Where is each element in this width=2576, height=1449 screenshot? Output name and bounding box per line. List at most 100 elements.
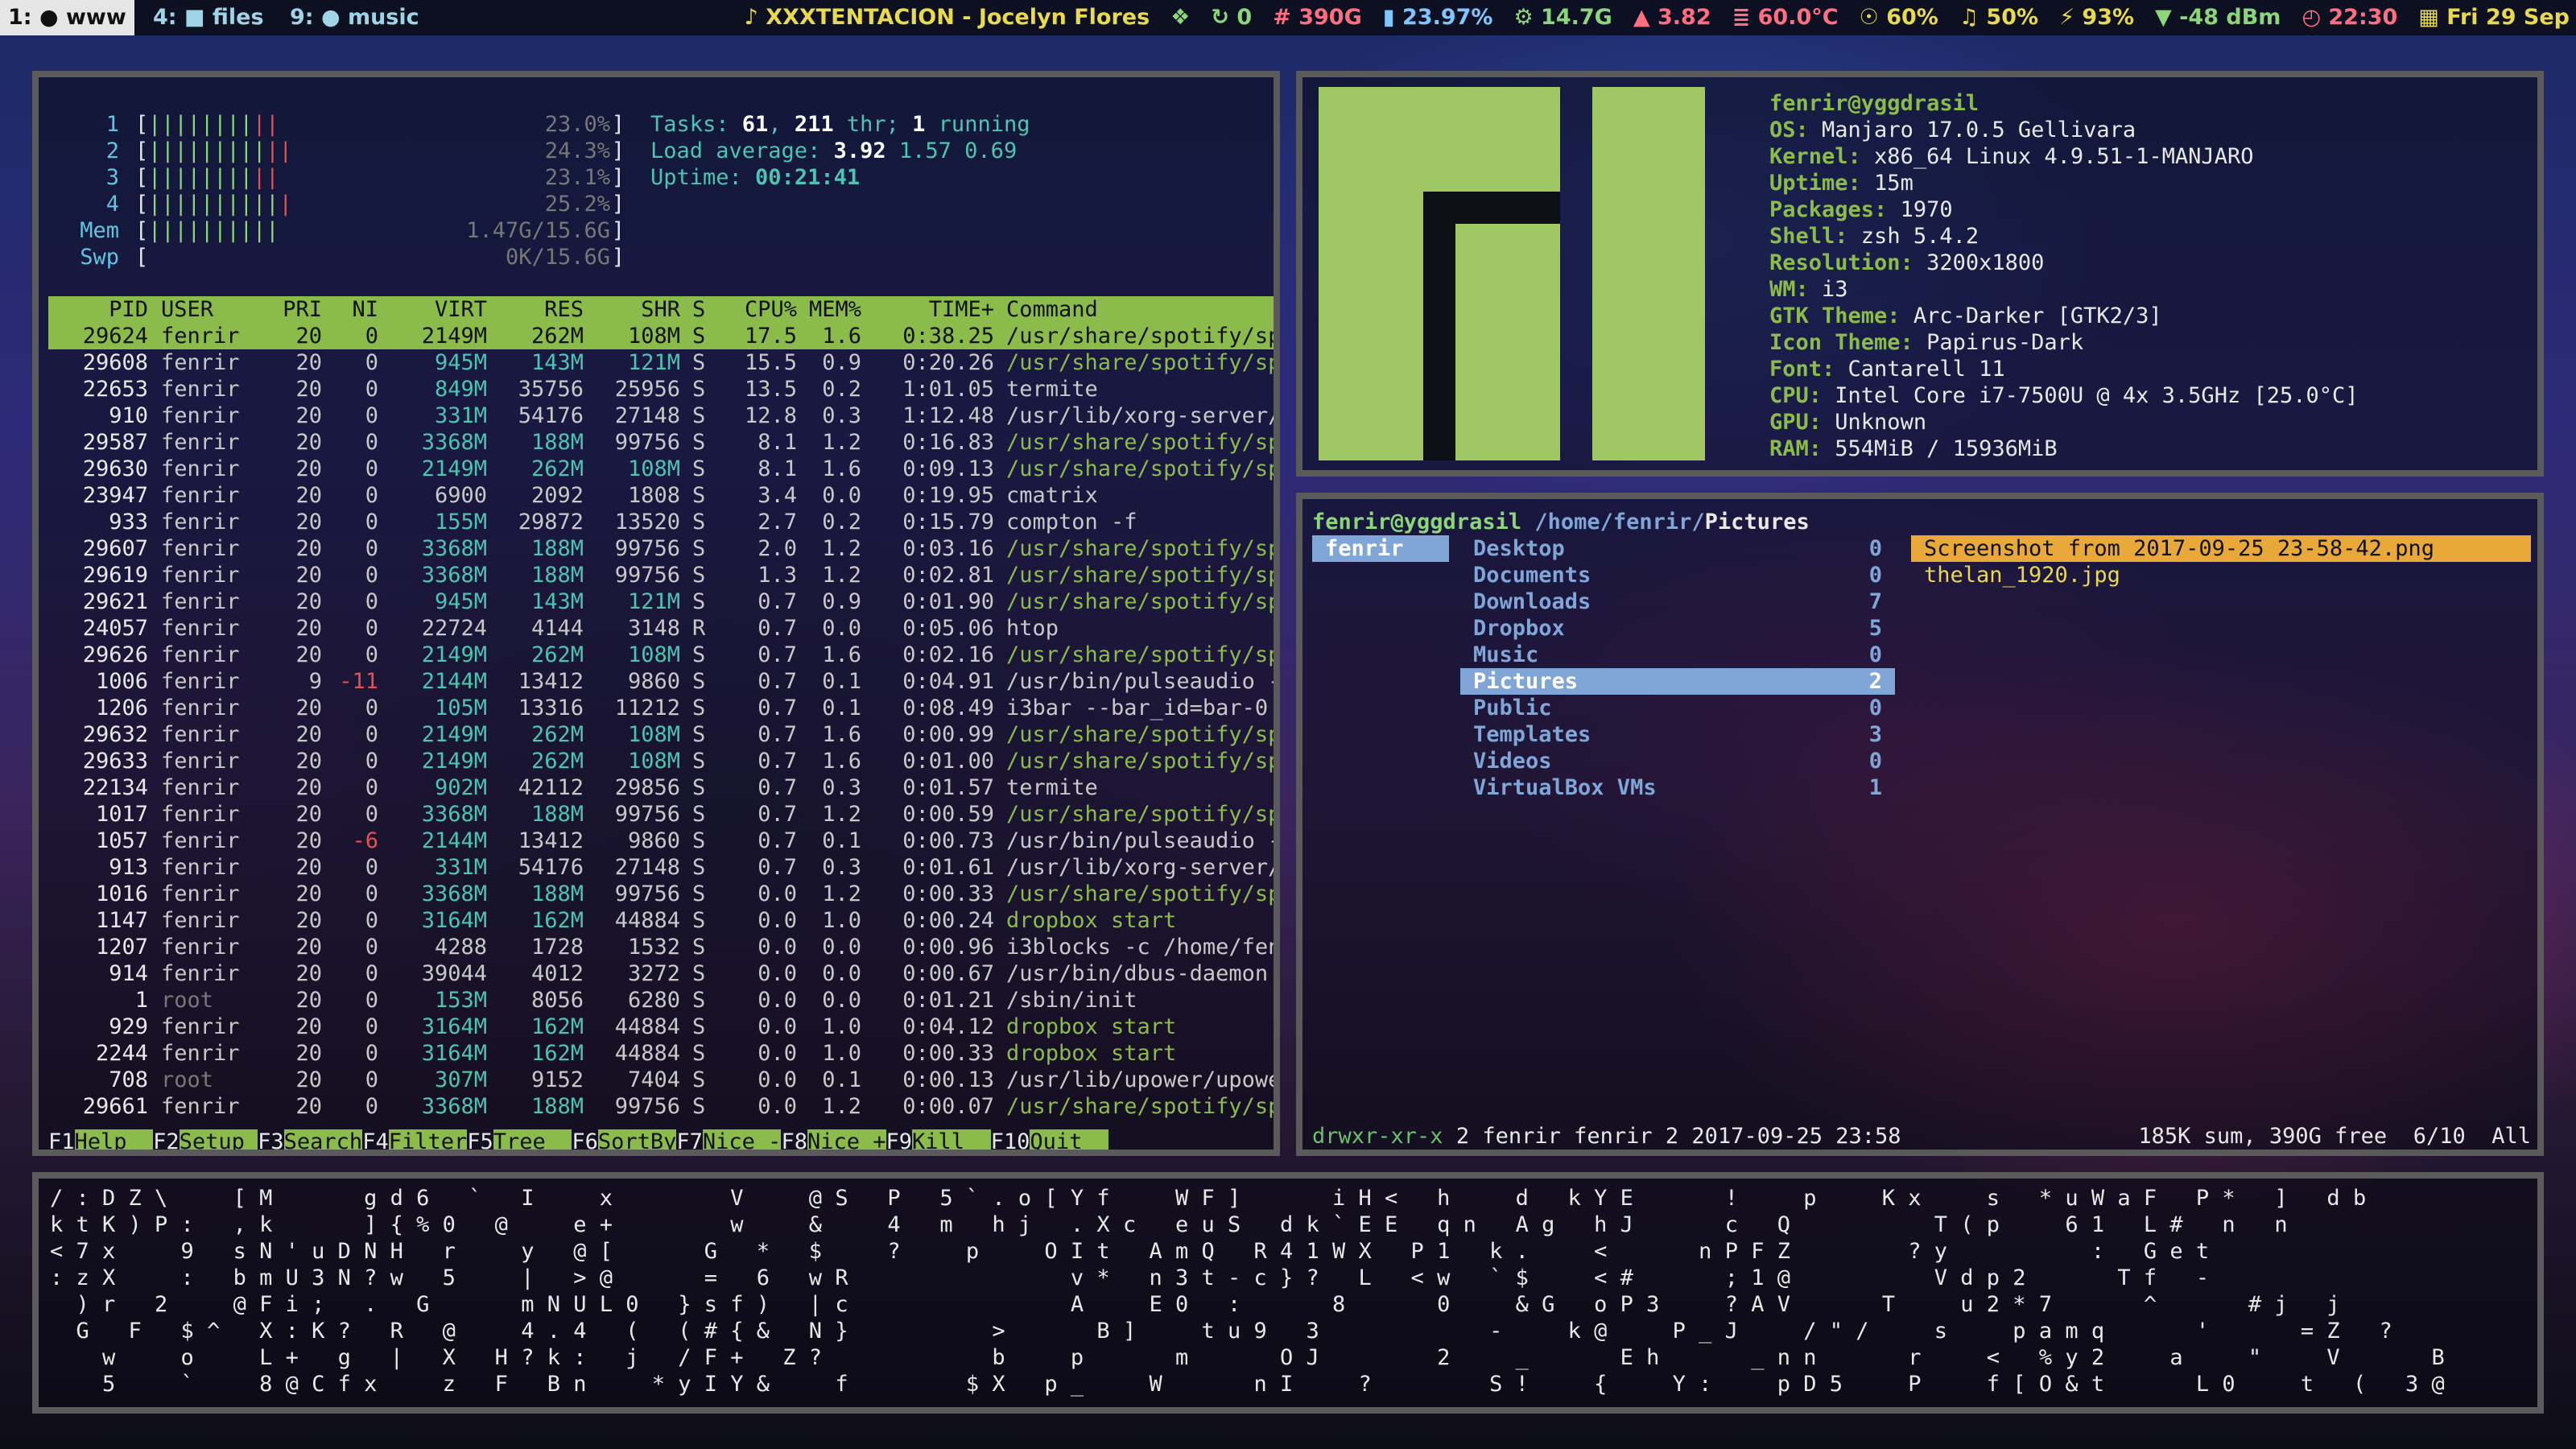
workspace-1-www[interactable]: 1: ● www [0, 0, 134, 35]
col-state[interactable]: S [692, 296, 705, 323]
process-row[interactable]: 29661 fenrir 20 0 3368M 188M 99756 S 0.0 1.2 0:00.… [48, 1093, 1274, 1120]
process-row[interactable]: 23947 fenrir 20 0 6900 2092 1808 S 3.4 0.0 0:19.95… [48, 482, 1274, 509]
meter-row: 2[||||||||||| 24.3%] [71, 138, 634, 164]
fkey-f10[interactable]: F10Quit [991, 1129, 1108, 1150]
fkey-f2[interactable]: F2Setup [153, 1129, 258, 1150]
col-command[interactable]: Command [1006, 296, 1274, 323]
col-shr[interactable]: SHR [584, 296, 680, 323]
process-row[interactable]: 29630 fenrir 20 0 2149M 262M 108M S 8.1 1.6 0:09.1… [48, 456, 1274, 482]
col-cpu[interactable]: CPU% [716, 296, 797, 323]
info-key: GPU: [1769, 410, 1823, 435]
process-virt: 3164M [421, 1041, 487, 1066]
fkey-f1[interactable]: F1Help [48, 1129, 154, 1150]
process-row[interactable]: 1 root 20 0 153M 8056 6280 S 0.0 0.0 0:01.21/sbin/… [48, 987, 1274, 1013]
process-res: 143M [530, 589, 584, 614]
volume-indicator[interactable]: ♫ 50% [1959, 0, 2038, 35]
col-ni[interactable]: NI [330, 296, 378, 323]
music-now-playing[interactable]: ♪ XXXTENTACION - Jocelyn Flores [745, 0, 1150, 35]
process-row[interactable]: 22653 fenrir 20 0 849M 35756 25956 S 13.5 0.2 1:01… [48, 376, 1274, 402]
fkey-f3[interactable]: F3Search [258, 1129, 363, 1150]
process-row[interactable]: 29633 fenrir 20 0 2149M 262M 108M S 0.7 1.6 0:01.0… [48, 748, 1274, 774]
process-row[interactable]: 1057 fenrir 20 -6 2144M 13412 9860 S 0.7 0.1 0:00.… [48, 828, 1274, 854]
process-table-header[interactable]: PID USER PRI NI VIRT RES SHR S CPU% MEM%… [48, 296, 1274, 323]
process-row[interactable]: 29621 fenrir 20 0 945M 143M 121M S 0.7 0.9 0:01.90… [48, 588, 1274, 615]
process-row[interactable]: 29608 fenrir 20 0 945M 143M 121M S 15.5 0.9 0:20.2… [48, 349, 1274, 376]
col-user[interactable]: USER [161, 296, 213, 323]
col-mem[interactable]: MEM% [797, 296, 861, 323]
process-ni: 0 [365, 324, 378, 349]
dir-count: 0 [1868, 536, 1882, 561]
dir-item[interactable]: Public 0 [1460, 695, 1895, 721]
dropbox-icon[interactable]: ❖ [1170, 0, 1190, 35]
dir-item[interactable]: Desktop 0 [1460, 535, 1895, 562]
process-s: S [692, 377, 706, 402]
process-list[interactable]: 29624 fenrir 20 0 2149M 262M 108M S 17.5 1.6 0:38.… [48, 323, 1274, 1120]
fkey-f8[interactable]: F8Nice + [781, 1129, 886, 1150]
process-row[interactable]: 22134 fenrir 20 0 902M 42112 29856 S 0.7 0.3 0:01.… [48, 774, 1274, 801]
dir-item[interactable]: Dropbox 5 [1460, 615, 1895, 642]
htop-terminal[interactable]: 1[|||||||||| 23.0%] 2[||||||||||| 24.3%] 3[|… [32, 71, 1280, 1156]
date-indicator[interactable]: ▦ Fri 29 Sep [2418, 0, 2570, 35]
process-row[interactable]: 2244 fenrir 20 0 3164M 162M 44884 S 0.0 1.0 0:00.3… [48, 1040, 1274, 1067]
process-s: S [692, 696, 706, 720]
process-virt: 3368M [421, 536, 487, 561]
workspace-9-music[interactable]: 9: ● music [282, 0, 427, 35]
brightness-indicator[interactable]: ☉ 60% [1860, 0, 1938, 35]
file-item[interactable]: Screenshot from 2017-09-25 23-58-42.png [1911, 535, 2531, 562]
file-item[interactable]: thelan_1920.jpg [1911, 562, 2531, 588]
process-row[interactable]: 1147 fenrir 20 0 3164M 162M 44884 S 0.0 1.0 0:00.2… [48, 907, 1274, 934]
process-row[interactable]: 708 root 20 0 307M 9152 7404 S 0.0 0.1 0:00.13/usr… [48, 1067, 1274, 1093]
process-row[interactable]: 910 fenrir 20 0 331M 54176 27148 S 12.8 0.3 1:12.4… [48, 402, 1274, 429]
process-row[interactable]: 1017 fenrir 20 0 3368M 188M 99756 S 0.7 1.2 0:00.5… [48, 801, 1274, 828]
disk-indicator: # 390G [1273, 5, 1362, 30]
process-virt: 2149M [421, 456, 487, 481]
parent-dir-item[interactable]: fenrir [1312, 535, 1449, 562]
col-pid[interactable]: PID [48, 296, 148, 323]
updates-indicator[interactable]: ↻ 0 [1211, 0, 1252, 35]
dir-item[interactable]: Templates 3 [1460, 721, 1895, 748]
process-row[interactable]: 1206 fenrir 20 0 105M 13316 11212 S 0.7 0.1 0:08.4… [48, 695, 1274, 721]
dir-item[interactable]: Videos 0 [1460, 748, 1895, 774]
wifi-indicator[interactable]: ▼ -48 dBm [2155, 0, 2281, 35]
dir-item[interactable]: Music 0 [1460, 642, 1895, 668]
dir-item[interactable]: VirtualBox VMs 1 [1460, 774, 1895, 801]
process-row[interactable]: 1207 fenrir 20 0 4288 1728 1532 S 0.0 0.0 0:00.96 i… [48, 934, 1274, 960]
process-row[interactable]: 914 fenrir 20 0 39044 4012 3272 S 0.0 0.0 0:00.67 /… [48, 960, 1274, 987]
process-row[interactable]: 29626 fenrir 20 0 2149M 262M 108M S 0.7 1.6 0:02.1… [48, 642, 1274, 668]
fkey-f7[interactable]: F7Nice - [676, 1129, 782, 1150]
dir-count: 3 [1868, 722, 1882, 747]
process-row[interactable]: 29587 fenrir 20 0 3368M 188M 99756 S 8.1 1.2 0:16.… [48, 429, 1274, 456]
fkey-f5[interactable]: F5Tree [467, 1129, 572, 1150]
col-virt[interactable]: VIRT [382, 296, 487, 323]
process-row[interactable]: 933 fenrir 20 0 155M 29872 13520 S 2.7 0.2 0:15.79… [48, 509, 1274, 535]
parent-column[interactable]: fenrir [1312, 535, 1449, 562]
fkey-f4[interactable]: F4Filter [362, 1129, 468, 1150]
process-row[interactable]: 29619 fenrir 20 0 3368M 188M 99756 S 1.3 1.2 0:02.… [48, 562, 1274, 588]
ranger-file-manager[interactable]: fenrir@yggdrasil /home/fenrir/Pictures f… [1296, 493, 2544, 1156]
process-row[interactable]: 913 fenrir 20 0 331M 54176 27148 S 0.7 0.3 0:01.61… [48, 854, 1274, 881]
neofetch-terminal[interactable]: fenrir@yggdrasil OS: Manjaro 17.0.5 Gell… [1296, 71, 2544, 477]
fkey-f9[interactable]: F9Kill [886, 1129, 991, 1150]
process-ni: 0 [365, 935, 378, 960]
dir-item[interactable]: Pictures 2 [1460, 668, 1895, 695]
process-row[interactable]: 24057 fenrir 20 0 22724 4144 3148 R 0.7 0.0 0:05.0… [48, 615, 1274, 642]
workspace-4-files[interactable]: 4: ■ files [145, 0, 272, 35]
col-res[interactable]: RES [487, 296, 584, 323]
process-user: fenrir [161, 802, 240, 827]
process-cmd: compton -f [1006, 510, 1137, 535]
cmatrix-terminal[interactable]: / : D Z \ [ M g d 6 ` I x V @ S P 5 ` . … [32, 1172, 2544, 1414]
current-column[interactable]: Desktop 0 Documents 0 Downloads 7 Dropbox 5 Musi… [1460, 535, 1895, 801]
preview-column[interactable]: Screenshot from 2017-09-25 23-58-42.png t… [1911, 535, 2531, 588]
process-pid: 29632 [82, 722, 148, 747]
fkey-f6[interactable]: F6SortBy [572, 1129, 677, 1150]
process-row[interactable]: 29632 fenrir 20 0 2149M 262M 108M S 0.7 1.6 0:00.9… [48, 721, 1274, 748]
process-row[interactable]: 29607 fenrir 20 0 3368M 188M 99756 S 2.0 1.2 0:03.… [48, 535, 1274, 562]
dir-item[interactable]: Documents 0 [1460, 562, 1895, 588]
process-row[interactable]: 29624 fenrir 20 0 2149M 262M 108M S 17.5 1.6 0:38.… [48, 323, 1274, 349]
process-row[interactable]: 929 fenrir 20 0 3164M 162M 44884 S 0.0 1.0 0:04.12… [48, 1013, 1274, 1040]
col-time[interactable]: TIME+ [861, 296, 994, 323]
process-row[interactable]: 1006 fenrir 9 -11 2144M 13412 9860 S 0.7 0.1 0:04.… [48, 668, 1274, 695]
col-pri[interactable]: PRI [266, 296, 322, 323]
process-row[interactable]: 1016 fenrir 20 0 3368M 188M 99756 S 0.0 1.2 0:00.3… [48, 881, 1274, 907]
dir-item[interactable]: Downloads 7 [1460, 588, 1895, 615]
